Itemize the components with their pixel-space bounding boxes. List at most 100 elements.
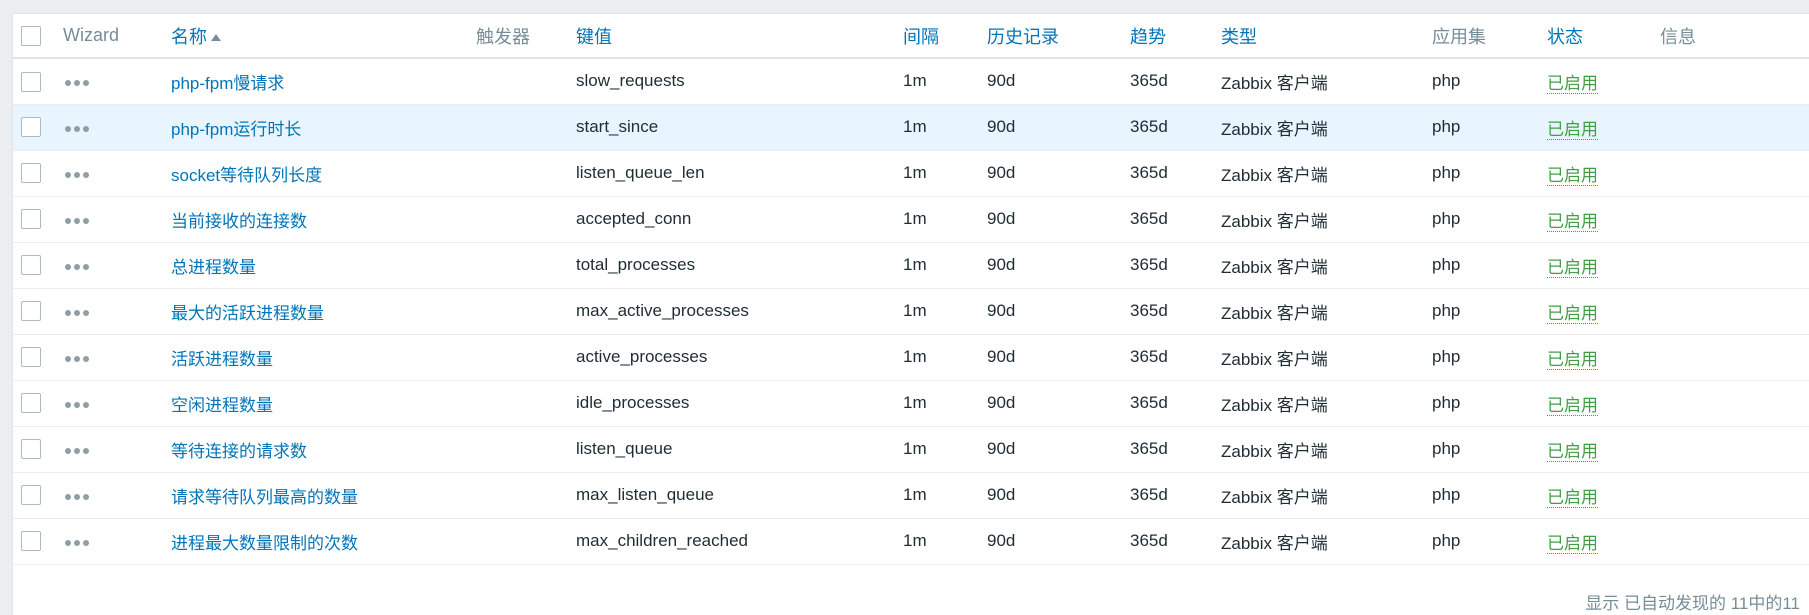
wizard-cell	[63, 58, 171, 104]
history-cell: 90d	[987, 347, 1016, 366]
row-checkbox[interactable]	[21, 255, 41, 276]
header-trends[interactable]: 趋势	[1130, 14, 1221, 58]
status-toggle[interactable]: 已启用	[1547, 395, 1598, 416]
more-dots-icon[interactable]	[63, 168, 91, 182]
sort-by-key-link[interactable]: 键值	[576, 27, 612, 47]
status-cell: 已启用	[1547, 472, 1660, 518]
more-dots-icon[interactable]	[63, 398, 91, 412]
status-cell: 已启用	[1547, 104, 1660, 150]
item-name-link[interactable]: 进程最大数量限制的次数	[171, 534, 358, 553]
trends-cell: 365d	[1130, 163, 1168, 182]
status-toggle[interactable]: 已启用	[1547, 119, 1598, 140]
item-name-link[interactable]: 最大的活跃进程数量	[171, 304, 324, 323]
more-dots-icon[interactable]	[63, 444, 91, 458]
row-checkbox[interactable]	[21, 163, 41, 184]
row-checkbox[interactable]	[21, 531, 41, 552]
item-name-link[interactable]: 等待连接的请求数	[171, 442, 307, 461]
sort-by-status-link[interactable]: 状态	[1547, 27, 1583, 47]
status-toggle[interactable]: 已启用	[1547, 303, 1598, 324]
more-dots-icon[interactable]	[63, 122, 91, 136]
status-toggle[interactable]: 已启用	[1547, 533, 1598, 554]
row-checkbox[interactable]	[21, 117, 41, 138]
wizard-cell	[63, 104, 171, 150]
more-dots-icon[interactable]	[63, 490, 91, 504]
select-cell	[13, 242, 63, 288]
status-toggle[interactable]: 已启用	[1547, 441, 1598, 462]
wizard-cell	[63, 380, 171, 426]
more-dots-icon[interactable]	[63, 306, 91, 320]
header-interval[interactable]: 间隔	[903, 14, 987, 58]
item-name-link[interactable]: 活跃进程数量	[171, 350, 273, 369]
more-dots-icon[interactable]	[63, 536, 91, 550]
status-cell: 已启用	[1547, 426, 1660, 472]
history-cell: 90d	[987, 71, 1016, 91]
header-type[interactable]: 类型	[1221, 14, 1432, 58]
application-cell: php	[1432, 255, 1461, 274]
header-history[interactable]: 历史记录	[987, 14, 1130, 58]
select-cell	[13, 104, 63, 150]
application-cell: php	[1432, 301, 1461, 320]
info-cell	[1660, 472, 1809, 518]
row-checkbox[interactable]	[21, 485, 41, 506]
sort-by-type-link[interactable]: 类型	[1221, 27, 1257, 47]
item-name-link[interactable]: 当前接收的连接数	[171, 212, 307, 231]
header-key[interactable]: 键值	[576, 14, 903, 58]
sort-by-name-link[interactable]: 名称	[171, 27, 207, 47]
item-name-link[interactable]: socket等待队列长度	[171, 166, 322, 185]
name-cell: 当前接收的连接数	[171, 196, 476, 242]
history-cell: 90d	[987, 117, 1016, 136]
row-checkbox[interactable]	[21, 393, 41, 414]
items-table: Wizard 名称 触发器 键值 间隔 历史记录 趋势 类型 应用集 状态 信息…	[13, 14, 1809, 565]
wizard-cell	[63, 426, 171, 472]
status-toggle[interactable]: 已启用	[1547, 487, 1598, 508]
status-toggle[interactable]: 已启用	[1547, 257, 1598, 278]
name-cell: 请求等待队列最高的数量	[171, 472, 476, 518]
triggers-cell	[476, 196, 576, 242]
key-cell: start_since	[576, 117, 659, 136]
select-all-checkbox[interactable]	[21, 26, 41, 47]
item-name-link[interactable]: php-fpm慢请求	[171, 74, 284, 93]
header-status[interactable]: 状态	[1547, 14, 1660, 58]
select-cell	[13, 58, 63, 104]
wizard-cell	[63, 288, 171, 334]
header-name[interactable]: 名称	[171, 14, 476, 58]
wizard-cell	[63, 196, 171, 242]
more-dots-icon[interactable]	[63, 76, 91, 90]
application-cell: php	[1432, 163, 1461, 182]
table-header-row: Wizard 名称 触发器 键值 间隔 历史记录 趋势 类型 应用集 状态 信息	[13, 14, 1809, 58]
table-row: 当前接收的连接数 accepted_conn 1m 90d 365d Zabbi…	[13, 196, 1809, 242]
select-cell	[13, 518, 63, 564]
row-checkbox[interactable]	[21, 301, 41, 322]
status-toggle[interactable]: 已启用	[1547, 349, 1598, 370]
trends-cell: 365d	[1130, 209, 1168, 228]
interval-cell: 1m	[903, 439, 927, 458]
type-cell: Zabbix 客户端	[1221, 533, 1328, 553]
item-name-link[interactable]: 空闲进程数量	[171, 396, 273, 415]
status-toggle[interactable]: 已启用	[1547, 165, 1598, 186]
select-cell	[13, 472, 63, 518]
sort-ascending-icon	[211, 34, 221, 42]
info-cell	[1660, 380, 1809, 426]
row-checkbox[interactable]	[21, 347, 41, 368]
more-dots-icon[interactable]	[63, 260, 91, 274]
sort-by-interval-link[interactable]: 间隔	[903, 27, 939, 47]
more-dots-icon[interactable]	[63, 352, 91, 366]
key-cell: listen_queue	[576, 439, 673, 458]
status-toggle[interactable]: 已启用	[1547, 73, 1598, 94]
interval-cell: 1m	[903, 347, 927, 366]
row-checkbox[interactable]	[21, 71, 41, 92]
status-toggle[interactable]: 已启用	[1547, 211, 1598, 232]
more-dots-icon[interactable]	[63, 214, 91, 228]
row-checkbox[interactable]	[21, 439, 41, 460]
history-cell: 90d	[987, 439, 1016, 458]
history-cell: 90d	[987, 531, 1016, 550]
sort-by-history-link[interactable]: 历史记录	[987, 27, 1059, 47]
application-cell: php	[1432, 439, 1461, 458]
item-name-link[interactable]: 请求等待队列最高的数量	[171, 488, 358, 507]
sort-by-trends-link[interactable]: 趋势	[1130, 27, 1166, 47]
row-checkbox[interactable]	[21, 209, 41, 230]
item-name-link[interactable]: php-fpm运行时长	[171, 120, 301, 139]
interval-cell: 1m	[903, 209, 927, 228]
item-name-link[interactable]: 总进程数量	[171, 258, 256, 277]
info-cell	[1660, 518, 1809, 564]
